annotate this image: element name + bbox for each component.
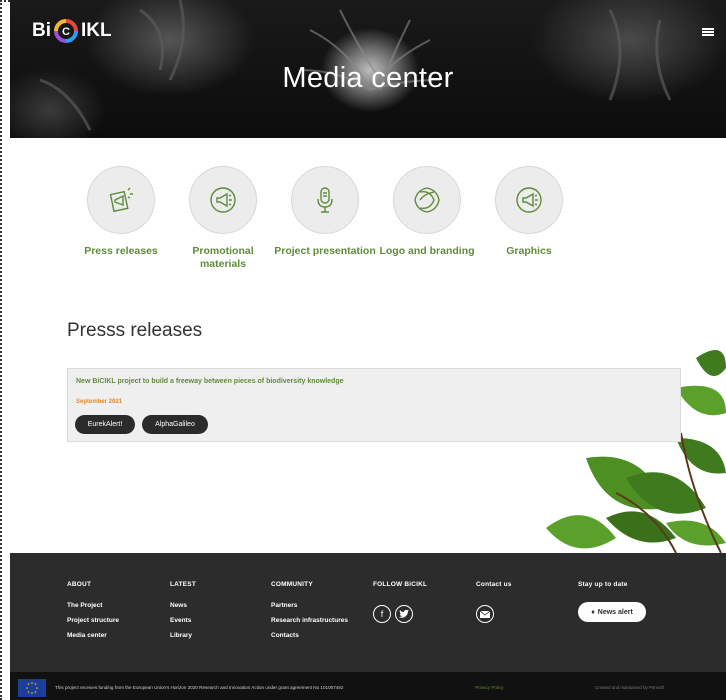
logo-icon: [393, 166, 461, 234]
alphagalileo-button[interactable]: AlphaGalileo: [142, 415, 208, 434]
eurekalert-button[interactable]: EurekAlert!: [75, 415, 135, 434]
category-press-releases[interactable]: Press releases: [70, 166, 172, 271]
footer-heading: LATEST: [170, 581, 196, 588]
footer-heading: Contact us: [476, 581, 512, 588]
megaphone-icon: [495, 166, 563, 234]
microphone-icon: [291, 166, 359, 234]
mail-icon[interactable]: [476, 605, 494, 623]
category-label: Promotional materials: [192, 245, 254, 270]
footer-heading: Stay up to date: [578, 581, 628, 588]
footer-link-news[interactable]: News: [170, 602, 196, 609]
footer-link-events[interactable]: Events: [170, 617, 196, 624]
footer-contact: Contact us: [476, 581, 512, 623]
category-promotional-materials[interactable]: Promotional materials: [172, 166, 274, 271]
press-release-card: New BiCIKL project to build a freeway be…: [67, 368, 681, 442]
logo-text-left: Bi: [32, 20, 51, 41]
footer-link-research-infrastructures[interactable]: Research infrastructures: [271, 617, 348, 624]
footer-heading: ABOUT: [67, 581, 92, 588]
footer-community: COMMUNITY Partners Research infrastructu…: [271, 581, 348, 639]
facebook-icon[interactable]: f: [373, 605, 391, 623]
footer: ABOUT The Project Project structure Medi…: [10, 553, 726, 672]
news-alert-label: News alert: [597, 608, 633, 616]
category-label: Logo and branding: [379, 245, 475, 257]
page-title: Media center: [282, 62, 454, 94]
megaphone-paper-icon: [87, 166, 155, 234]
footer-link-the-project[interactable]: The Project: [67, 602, 119, 609]
logo-ring-icon: C: [54, 19, 78, 43]
footer-link-library[interactable]: Library: [170, 632, 196, 639]
footer-link-media-center[interactable]: Media center: [67, 632, 119, 639]
press-release-title-link[interactable]: New BiCIKL project to build a freeway be…: [76, 378, 344, 385]
category-graphics[interactable]: Graphics: [478, 166, 580, 271]
press-release-date: September 2021: [76, 399, 123, 405]
twitter-icon[interactable]: [395, 605, 413, 623]
megaphone-icon: [189, 166, 257, 234]
footer-link-partners[interactable]: Partners: [271, 602, 348, 609]
bottom-bar: This project receives funding from the E…: [10, 672, 726, 700]
bicikl-logo[interactable]: Bi C IKL: [32, 18, 112, 44]
funding-notice: This project receives funding from the E…: [55, 685, 344, 690]
hamburger-menu-icon[interactable]: [702, 28, 714, 36]
svg-text:C: C: [62, 26, 70, 38]
bell-icon: ♦: [591, 608, 595, 616]
footer-heading: COMMUNITY: [271, 581, 313, 588]
footer-latest: LATEST News Events Library: [170, 581, 196, 639]
eu-flag-icon: [18, 679, 46, 697]
footer-about: ABOUT The Project Project structure Medi…: [67, 581, 119, 639]
footer-stay-up-to-date: Stay up to date ♦ News alert: [578, 581, 646, 622]
privacy-policy-link[interactable]: Privacy Policy: [475, 685, 504, 690]
category-label: Press releases: [84, 245, 158, 257]
footer-link-project-structure[interactable]: Project structure: [67, 617, 119, 624]
footer-follow: FOLLOW BiCIKL f: [373, 581, 427, 623]
footer-link-contacts[interactable]: Contacts: [271, 632, 348, 639]
category-project-presentation[interactable]: Project presentation: [274, 166, 376, 271]
section-title: Presss releases: [67, 320, 203, 341]
hero-banner: Bi C IKL Media center: [10, 0, 726, 138]
news-alert-button[interactable]: ♦ News alert: [578, 602, 646, 622]
media-categories: Press releases Promotional materials Pro…: [70, 166, 580, 271]
category-logo-and-branding[interactable]: Logo and branding: [376, 166, 478, 271]
credit-link[interactable]: Created and maintained by Pensoft: [595, 685, 664, 690]
logo-text-right: IKL: [81, 20, 112, 41]
footer-heading: FOLLOW BiCIKL: [373, 581, 428, 588]
category-label: Graphics: [506, 245, 552, 257]
category-label: Project presentation: [274, 245, 376, 257]
